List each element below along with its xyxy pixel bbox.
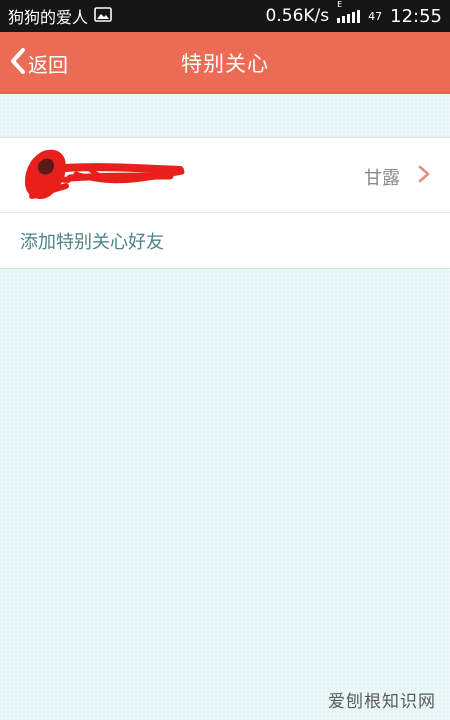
add-special-friend-row[interactable]: 添加特别关心好友 <box>0 212 450 269</box>
back-label: 返回 <box>28 52 68 77</box>
notification-text: 狗狗的爱人 <box>8 8 89 27</box>
watermark: 爱刨根知识网 <box>328 692 436 712</box>
net-speed: 0.56K/s <box>265 6 330 26</box>
clock: 12:55 <box>390 5 442 27</box>
status-bar: 狗狗的爱人 0.56K/s E 47 12:55 <box>0 0 450 32</box>
network-type: E <box>337 0 343 9</box>
chevron-right-icon <box>418 165 430 187</box>
friend-name: 甘露 <box>364 168 400 189</box>
status-indicators: 0.56K/s E 47 12:55 <box>265 0 442 27</box>
back-button[interactable]: 返回 <box>10 32 68 94</box>
redacted-avatar <box>20 146 190 208</box>
signal-icon: E <box>337 0 361 23</box>
image-icon <box>94 6 112 26</box>
title-bar: 返回 特别关心 <box>0 32 450 94</box>
chevron-left-icon <box>10 47 28 79</box>
notification-area: 狗狗的爱人 <box>8 4 112 28</box>
page-title: 特别关心 <box>181 52 269 76</box>
friend-row[interactable]: 甘露 <box>0 137 450 214</box>
battery-level: 47 <box>368 9 383 23</box>
add-special-friend-label: 添加特别关心好友 <box>20 231 164 253</box>
